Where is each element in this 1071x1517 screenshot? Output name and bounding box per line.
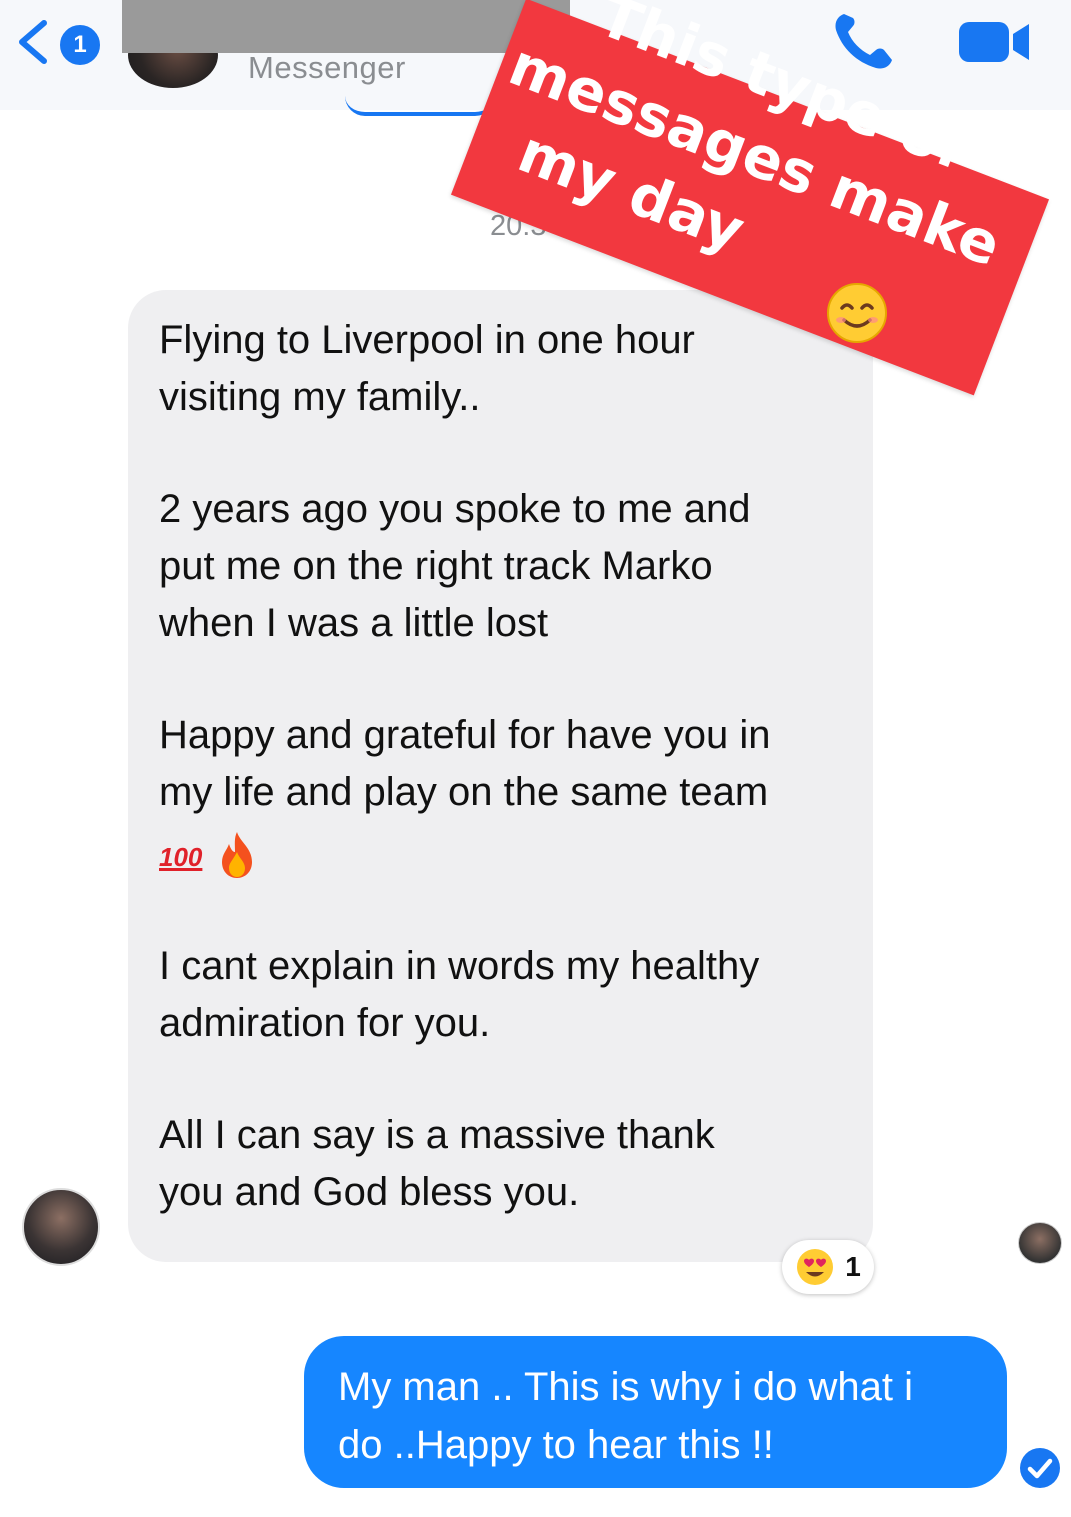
message-paragraph: 2 years ago you spoke to me and put me o… <box>159 487 751 645</box>
message-paragraph: I cant explain in words my healthy admir… <box>159 944 760 1045</box>
smiling-face-icon <box>827 283 887 343</box>
unread-count-badge: 1 <box>58 23 102 67</box>
chevron-left-icon <box>19 20 47 64</box>
seen-receipt-avatar <box>1018 1222 1062 1264</box>
hundred-points-icon: 100 <box>159 842 203 872</box>
heart-eyes-emoji-icon <box>797 1249 834 1285</box>
message-reaction[interactable]: 1 <box>782 1240 874 1294</box>
back-button[interactable]: 1 <box>14 14 104 70</box>
message-paragraph: Happy and grateful for have you in my li… <box>159 713 771 814</box>
delivered-check-icon <box>1020 1448 1060 1488</box>
message-paragraph: Flying to Liverpool in one hour visiting… <box>159 318 695 419</box>
reaction-count: 1 <box>845 1251 861 1282</box>
message-paragraph: All I can say is a massive thank you and… <box>159 1113 715 1214</box>
outgoing-message-text: My man .. This is why i do what i do ..H… <box>338 1365 913 1467</box>
header-subtitle: Messenger <box>248 50 406 85</box>
sender-avatar[interactable] <box>22 1188 100 1266</box>
video-camera-icon[interactable] <box>955 16 1035 68</box>
emoji-row: 100 <box>159 824 853 886</box>
fire-icon <box>222 832 253 878</box>
incoming-message-bubble[interactable]: Flying to Liverpool in one hour visiting… <box>128 290 873 1262</box>
outgoing-message-bubble[interactable]: My man .. This is why i do what i do ..H… <box>304 1336 1007 1488</box>
